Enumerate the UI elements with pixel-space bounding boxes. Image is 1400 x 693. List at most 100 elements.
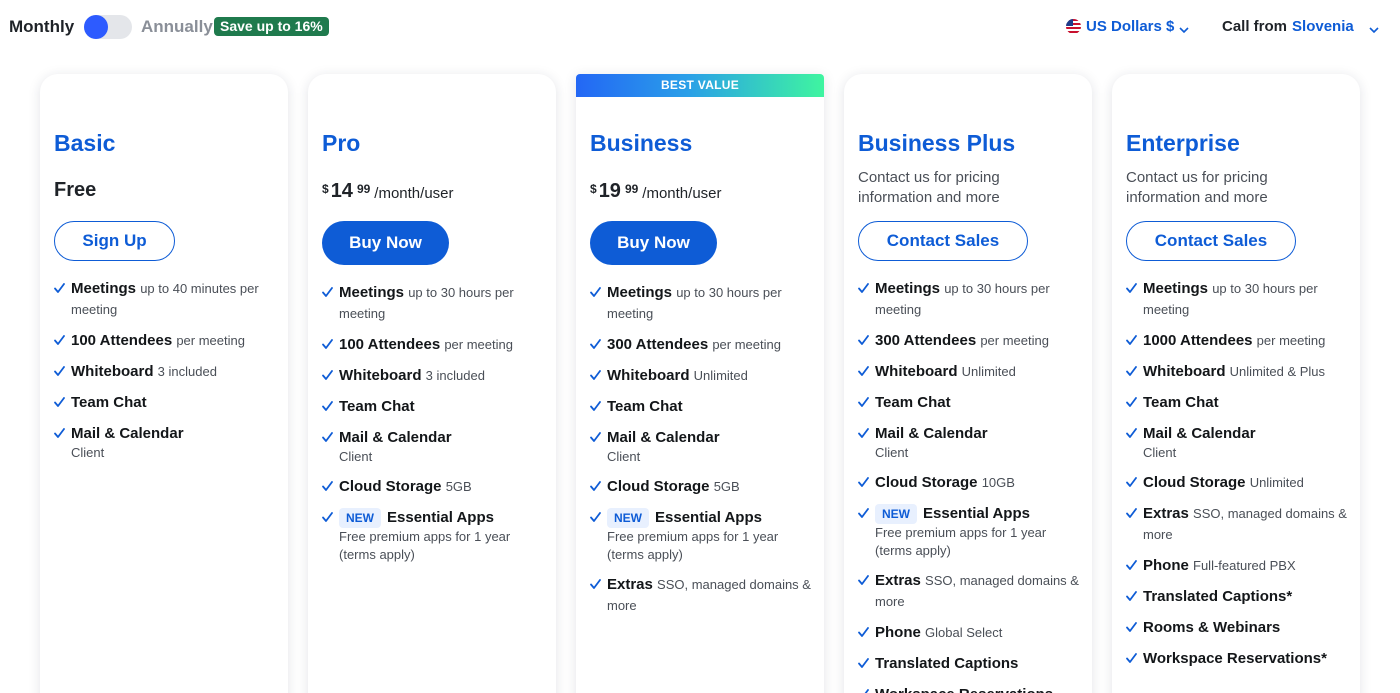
checkmark-icon	[858, 625, 869, 637]
billing-toggle[interactable]	[84, 15, 132, 39]
feature-text: Translated Captions*	[1143, 586, 1354, 607]
feature-title: Meetings	[875, 280, 941, 297]
feature-text: 1000 Attendees per meeting	[1143, 330, 1354, 351]
currency-selector[interactable]: US Dollars $	[1066, 18, 1189, 35]
feature-detail: per meeting	[712, 337, 781, 352]
checkmark-icon	[1126, 426, 1137, 438]
plan-card-enterprise: Enterprise Contact us for pricing inform…	[1112, 74, 1360, 693]
feature-item: Team Chat	[54, 392, 282, 413]
price-cents: 99	[356, 182, 371, 196]
checkmark-icon	[1126, 589, 1137, 601]
feature-item: 300 Attendees per meeting	[858, 330, 1086, 351]
feature-item: Mail & Calendar Client	[54, 423, 282, 462]
feature-title: Extras	[1143, 505, 1189, 522]
feature-detail: Unlimited	[961, 364, 1016, 379]
chevron-down-icon	[1369, 22, 1379, 33]
feature-title: 100 Attendees	[339, 336, 441, 353]
checkmark-icon	[54, 364, 65, 376]
checkmark-icon	[322, 510, 333, 522]
feature-detail: Full-featured PBX	[1193, 558, 1296, 573]
feature-text: Whiteboard Unlimited & Plus	[1143, 361, 1354, 382]
feature-item: Cloud Storage Unlimited	[1126, 472, 1354, 493]
feature-item: Mail & Calendar Client	[1126, 423, 1354, 462]
sign-up-button[interactable]: Sign Up	[54, 221, 175, 261]
feature-text: Cloud Storage 5GB	[607, 476, 818, 497]
feature-text: Workspace Reservations	[875, 684, 1086, 693]
feature-text: Rooms & Webinars	[1143, 617, 1354, 638]
feature-title: Mail & Calendar	[875, 425, 988, 442]
feature-item: Translated Captions	[858, 653, 1086, 674]
billing-bar: Monthly Annually Save up to 16% US Dolla…	[0, 0, 1400, 54]
price-currency: $	[590, 182, 597, 196]
plan-card-business-plus: Business Plus Contact us for pricing inf…	[844, 74, 1092, 693]
feature-item: 300 Attendees per meeting	[590, 334, 818, 355]
new-badge: NEW	[875, 504, 917, 524]
currency-label: US Dollars $	[1086, 18, 1175, 35]
checkmark-icon	[858, 395, 869, 407]
feature-text: Whiteboard 3 included	[71, 361, 282, 382]
checkmark-icon	[590, 479, 601, 491]
feature-title: Workspace Reservations	[875, 686, 1053, 693]
annually-label[interactable]: Annually	[141, 17, 213, 37]
feature-text: NEW Essential Apps Free premium apps for 1…	[607, 507, 818, 564]
checkmark-icon	[54, 426, 65, 438]
feature-text: Meetings up to 30 hours per meeting	[875, 278, 1086, 320]
feature-item: Workspace Reservations*	[1126, 648, 1354, 669]
new-badge: NEW	[607, 508, 649, 528]
feature-item: 100 Attendees per meeting	[322, 334, 550, 355]
feature-detail: per meeting	[444, 337, 513, 352]
feature-detail: Client	[71, 445, 105, 460]
feature-title: 300 Attendees	[875, 332, 977, 349]
feature-list: Meetings up to 30 hours per meeting 300 A…	[590, 282, 818, 626]
price-amount: 19	[598, 180, 621, 202]
checkmark-icon	[858, 687, 869, 693]
feature-title: Rooms & Webinars	[1143, 619, 1281, 636]
price-period: /month/user	[374, 185, 454, 202]
contact-sales-button[interactable]: Contact Sales	[858, 221, 1028, 261]
feature-text: Workspace Reservations*	[1143, 648, 1354, 669]
feature-title: Team Chat	[339, 398, 415, 415]
feature-item: Whiteboard Unlimited	[590, 365, 818, 386]
feature-text: Meetings up to 30 hours per meeting	[1143, 278, 1354, 320]
buy-now-button[interactable]: Buy Now	[590, 221, 717, 265]
feature-title: 300 Attendees	[607, 336, 709, 353]
feature-title: Meetings	[339, 284, 405, 301]
feature-title: Essential Apps	[387, 509, 494, 526]
feature-text: Cloud Storage Unlimited	[1143, 472, 1354, 493]
checkmark-icon	[1126, 558, 1137, 570]
contact-sales-button[interactable]: Contact Sales	[1126, 221, 1296, 261]
price-cents: 99	[624, 182, 639, 196]
feature-text: Meetings up to 30 hours per meeting	[339, 282, 550, 324]
price-period: /month/user	[642, 185, 722, 202]
call-from-selector[interactable]: Call from Slovenia	[1222, 18, 1379, 35]
feature-item: Mail & Calendar Client	[858, 423, 1086, 462]
feature-list: Meetings up to 30 hours per meeting 300 A…	[858, 278, 1086, 693]
checkmark-icon	[322, 479, 333, 491]
feature-item: Workspace Reservations	[858, 684, 1086, 693]
plan-name: Basic	[54, 130, 116, 156]
monthly-label[interactable]: Monthly	[9, 17, 74, 37]
feature-list: Meetings up to 40 minutes per meeting 100…	[54, 278, 282, 472]
feature-text: Whiteboard 3 included	[339, 365, 550, 386]
feature-detail: 3 included	[425, 368, 485, 383]
feature-title: Whiteboard	[875, 363, 958, 380]
checkmark-icon	[858, 573, 869, 585]
feature-title: Meetings	[1143, 280, 1209, 297]
feature-detail: Unlimited	[693, 368, 748, 383]
feature-text: Whiteboard Unlimited	[875, 361, 1086, 382]
checkmark-icon	[1126, 333, 1137, 345]
feature-title: Translated Captions	[875, 655, 1019, 672]
toggle-knob[interactable]	[84, 15, 108, 39]
feature-title: Extras	[875, 572, 921, 589]
feature-item: NEW Essential Apps Free premium apps for 1…	[590, 507, 818, 564]
feature-title: Cloud Storage	[339, 478, 442, 495]
checkmark-icon	[322, 285, 333, 297]
feature-title: Cloud Storage	[1143, 474, 1246, 491]
buy-now-button[interactable]: Buy Now	[322, 221, 449, 265]
plan-card-basic: Basic Free Sign Up Meetings up to 40 min…	[40, 74, 288, 693]
feature-item: Whiteboard Unlimited	[858, 361, 1086, 382]
us-flag-icon	[1066, 19, 1081, 34]
feature-text: Mail & Calendar Client	[339, 427, 550, 466]
feature-detail: Client	[1143, 445, 1177, 460]
price-amount: 14	[330, 180, 353, 202]
